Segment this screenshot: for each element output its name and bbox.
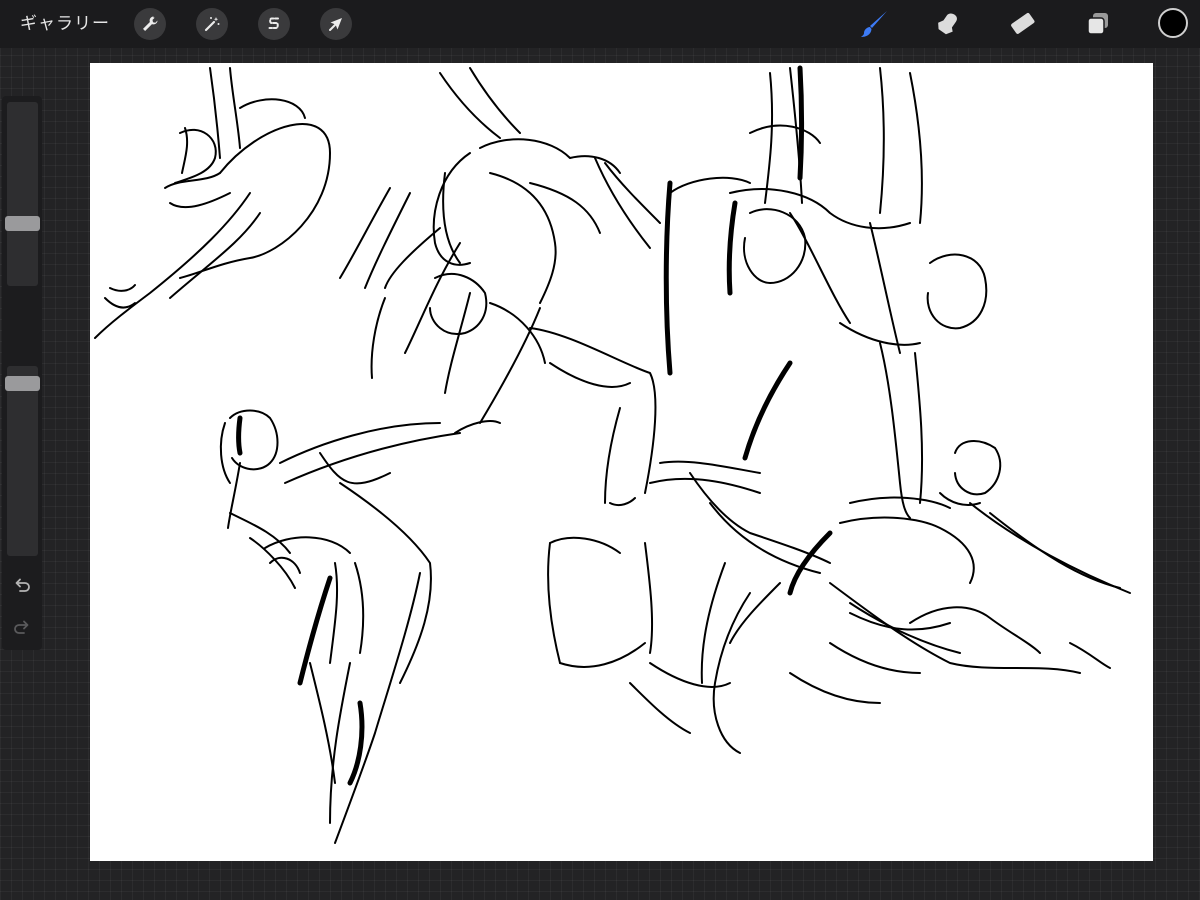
opacity-slider[interactable] — [5, 366, 40, 556]
smudge-tool-button[interactable] — [929, 6, 965, 42]
sketch-figure-2 — [339, 67, 661, 507]
drawing-canvas[interactable] — [90, 63, 1153, 861]
sketch-figure-5 — [547, 440, 1131, 754]
left-sidebar — [2, 96, 42, 650]
smudge-finger-icon — [938, 13, 957, 35]
color-picker-swatch[interactable] — [1158, 8, 1188, 38]
redo-icon — [14, 620, 29, 634]
sketch-figure-3 — [219, 409, 461, 844]
layers-icon — [1087, 13, 1108, 35]
brush-icon — [861, 11, 887, 37]
undo-button[interactable] — [11, 574, 33, 596]
opacity-thumb[interactable] — [5, 376, 40, 391]
sketch-figure-1 — [94, 67, 331, 339]
top-toolbar: ギャラリー — [0, 0, 1200, 48]
eraser-icon — [1011, 12, 1035, 34]
selection-s-icon — [268, 17, 279, 29]
eraser-tool-button[interactable] — [1004, 6, 1040, 42]
brush-size-thumb[interactable] — [5, 216, 40, 231]
redo-button[interactable] — [11, 616, 33, 638]
magic-wand-icon — [204, 17, 220, 32]
actions-button[interactable] — [134, 8, 166, 40]
gallery-button[interactable]: ギャラリー — [20, 10, 110, 38]
brush-size-slider[interactable] — [5, 102, 40, 286]
layers-button[interactable] — [1080, 6, 1116, 42]
arrow-cursor-icon — [329, 18, 342, 31]
undo-icon — [15, 578, 30, 592]
transform-button[interactable] — [320, 8, 352, 40]
wrench-icon — [143, 16, 158, 31]
selection-button[interactable] — [258, 8, 290, 40]
sketch-figure-4 — [669, 67, 988, 519]
gesture-sketches — [94, 65, 1131, 844]
adjustments-button[interactable] — [196, 8, 228, 40]
brush-tool-button[interactable] — [856, 6, 892, 42]
